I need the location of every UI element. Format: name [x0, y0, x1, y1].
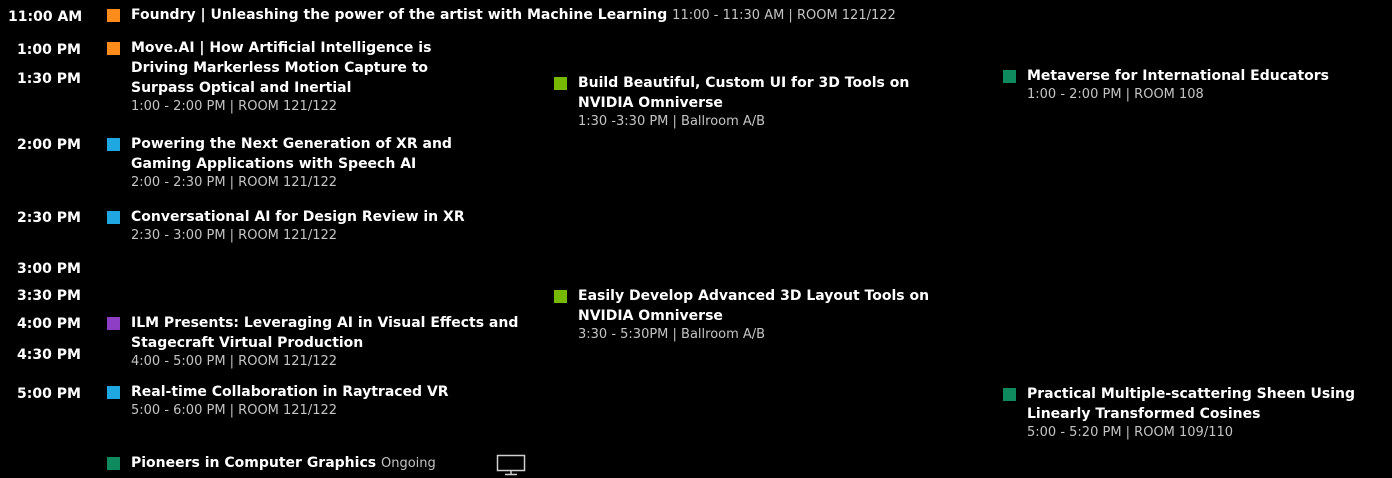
session-time-room: 1:00 - 2:00 PM | ROOM 121/122: [131, 99, 338, 114]
track-square-blue: [107, 138, 120, 151]
time-label-430pm: 4:30 PM: [17, 347, 81, 363]
session-title: Build Beautiful, Custom UI for 3D Tools …: [578, 75, 910, 111]
session-title: Powering the Next Generation of XR and G…: [131, 136, 452, 172]
session-time-room: 5:00 - 5:20 PM | ROOM 109/110: [1027, 425, 1234, 440]
session-title: Conversational AI for Design Review in X…: [131, 209, 465, 225]
time-label-1100am: 11:00 AM: [8, 9, 83, 25]
session-conversational-ai[interactable]: Conversational AI for Design Review in X…: [107, 207, 527, 245]
time-label-100pm: 1:00 PM: [17, 42, 81, 58]
track-square-orange: [107, 42, 120, 55]
session-title: Pioneers in Computer Graphics: [131, 455, 377, 471]
session-sheen-cosines[interactable]: Practical Multiple-scattering Sheen Usin…: [1003, 384, 1383, 442]
track-square-blue: [107, 386, 120, 399]
session-time-room: 1:30 -3:30 PM | Ballroom A/B: [578, 114, 766, 129]
track-square-teal: [1003, 70, 1016, 83]
track-square-purple: [107, 317, 120, 330]
session-foundry[interactable]: Foundry | Unleashing the power of the ar…: [107, 5, 1007, 26]
track-square-blue: [107, 211, 120, 224]
session-pioneers[interactable]: Pioneers in Computer Graphics Ongoing: [107, 453, 507, 474]
track-square-lime: [554, 77, 567, 90]
session-title: Easily Develop Advanced 3D Layout Tools …: [578, 288, 930, 324]
session-title: Real-time Collaboration in Raytraced VR: [131, 384, 449, 400]
time-label-330pm: 3:30 PM: [17, 288, 81, 304]
session-time-room: 4:00 - 5:00 PM | ROOM 121/122: [131, 354, 338, 369]
session-move-ai[interactable]: Move.AI | How Artificial Intelligence is…: [107, 38, 467, 116]
time-label-400pm: 4:00 PM: [17, 316, 81, 332]
session-title: Metaverse for International Educators: [1027, 68, 1330, 84]
session-time-room: 3:30 - 5:30PM | Ballroom A/B: [578, 327, 766, 342]
monitor-icon[interactable]: [496, 454, 526, 478]
track-square-orange: [107, 9, 120, 22]
session-3d-layout-tools[interactable]: Easily Develop Advanced 3D Layout Tools …: [554, 286, 954, 344]
session-speech-ai[interactable]: Powering the Next Generation of XR and G…: [107, 134, 487, 192]
session-title: ILM Presents: Leveraging AI in Visual Ef…: [131, 315, 519, 351]
session-time-room: 5:00 - 6:00 PM | ROOM 121/122: [131, 403, 338, 418]
session-status: Ongoing: [380, 456, 436, 471]
track-square-teal: [107, 457, 120, 470]
track-square-teal: [1003, 388, 1016, 401]
session-time-room: 2:30 - 3:00 PM | ROOM 121/122: [131, 228, 338, 243]
time-label-300pm: 3:00 PM: [17, 261, 81, 277]
session-time-room: 2:00 - 2:30 PM | ROOM 121/122: [131, 175, 338, 190]
time-label-200pm: 2:00 PM: [17, 137, 81, 153]
session-time-room: 1:00 - 2:00 PM | ROOM 108: [1027, 87, 1204, 102]
time-label-230pm: 2:30 PM: [17, 210, 81, 226]
session-time-room: 11:00 - 11:30 AM | ROOM 121/122: [672, 8, 896, 23]
session-title: Move.AI | How Artificial Intelligence is…: [131, 40, 432, 96]
track-square-lime: [554, 290, 567, 303]
time-label-500pm: 5:00 PM: [17, 386, 81, 402]
session-raytraced-vr[interactable]: Real-time Collaboration in Raytraced VR …: [107, 382, 527, 420]
session-metaverse-educators[interactable]: Metaverse for International Educators 1:…: [1003, 66, 1383, 104]
session-ilm[interactable]: ILM Presents: Leveraging AI in Visual Ef…: [107, 313, 527, 371]
time-label-130pm: 1:30 PM: [17, 71, 81, 87]
session-custom-ui-omniverse[interactable]: Build Beautiful, Custom UI for 3D Tools …: [554, 73, 954, 131]
session-title: Foundry | Unleashing the power of the ar…: [131, 7, 668, 23]
session-title: Practical Multiple-scattering Sheen Usin…: [1027, 386, 1356, 422]
